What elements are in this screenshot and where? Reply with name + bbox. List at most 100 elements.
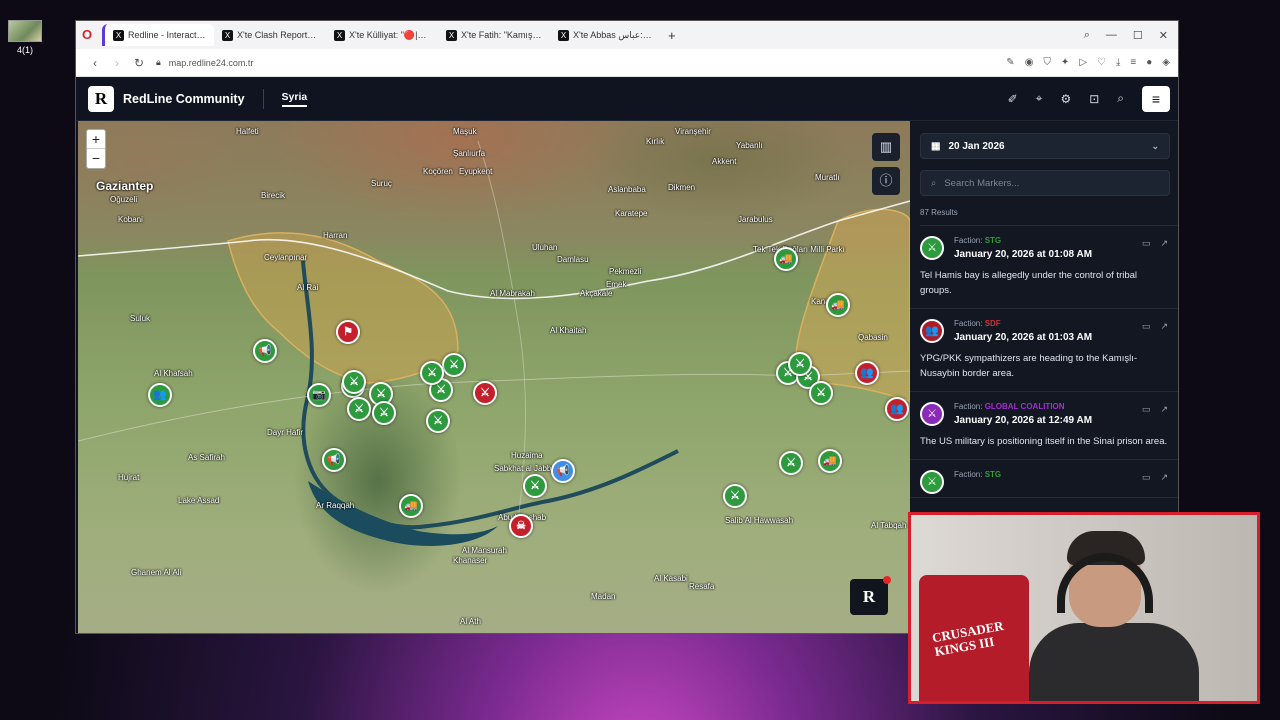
map-marker[interactable]: ⚔ <box>779 451 803 475</box>
tab-title: Redline - Interactive Strategic <box>128 30 206 40</box>
faction-avatar-icon: ⚔ <box>920 402 944 426</box>
map-marker[interactable]: 🚚 <box>399 494 423 518</box>
play-icon[interactable]: ▷ <box>1079 57 1087 68</box>
map-marker[interactable]: ⚔ <box>788 352 812 376</box>
maximize-button[interactable]: ☐ <box>1133 29 1143 42</box>
zoom-out-button[interactable]: − <box>87 149 105 168</box>
notification-dot <box>883 576 891 584</box>
x-favicon-icon: X <box>222 29 233 41</box>
map-marker[interactable]: 📢 <box>253 339 277 363</box>
pin-icon[interactable]: ⌖ <box>1036 91 1043 106</box>
map-marker[interactable]: ⚔ <box>347 397 371 421</box>
browser-tab[interactable]: X X'te Fatih: "Kamışlı'da topl <box>438 24 550 46</box>
extension-icon[interactable]: ✦ <box>1061 57 1069 68</box>
back-button[interactable]: ‹ <box>84 56 106 70</box>
place-label: Al Khaitah <box>550 326 587 335</box>
forward-button[interactable]: › <box>106 56 128 70</box>
place-label: Al Kasabi <box>654 574 688 583</box>
map-marker[interactable]: ⚔ <box>426 409 450 433</box>
search-tabs-icon[interactable]: ⌕ <box>1084 29 1090 42</box>
info-icon[interactable]: ⓘ <box>872 167 900 195</box>
place-label: Ceylanpınar <box>264 253 308 262</box>
address-bar-tools: ✎ ◉ ⛉ ✦ ▷ ♡ ⤓ ≡ ● ◈ <box>1006 57 1170 68</box>
gear-icon[interactable]: ⚙ <box>1060 92 1071 106</box>
map-marker[interactable]: 🚚 <box>826 293 850 317</box>
tab-syria[interactable]: Syria <box>281 91 308 107</box>
map-marker[interactable]: ⚔ <box>723 484 747 508</box>
external-link-icon[interactable]: ↗ <box>1160 321 1168 332</box>
map-marker[interactable]: ⚔ <box>809 381 833 405</box>
opera-logo-icon[interactable]: O <box>82 28 96 42</box>
search-markers-input[interactable] <box>944 177 1145 189</box>
map-marker[interactable]: ⚔ <box>442 353 466 377</box>
map-marker[interactable]: 👥 <box>148 383 172 407</box>
file-thumbnail <box>8 20 42 42</box>
video-icon[interactable]: ▭ <box>1142 321 1151 332</box>
shield-icon[interactable]: ⛉ <box>1043 57 1051 68</box>
map-marker[interactable]: 🚚 <box>818 449 842 473</box>
browser-tab[interactable]: X X'te Külliyat: "🔴|#SONDA <box>326 24 438 46</box>
browser-tab[interactable]: X X'te Abbas عباس: "SDF's w <box>550 24 662 46</box>
map-marker[interactable]: ⚑ <box>336 320 360 344</box>
zoom-in-button[interactable]: + <box>87 130 105 149</box>
marker-card[interactable]: ⚔ Faction: STG January 20, 2026 at 01:08 A… <box>910 226 1178 309</box>
map-marker[interactable]: 📢 <box>551 459 575 483</box>
external-link-icon[interactable]: ↗ <box>1160 238 1168 249</box>
faction-name: GLOBAL COALITION <box>984 402 1065 411</box>
date-select[interactable]: ▦ 20 Jan 2026 ⌄ <box>920 133 1170 159</box>
camera-icon[interactable]: ⊡ <box>1089 92 1099 106</box>
marker-card[interactable]: ⚔ Faction: GLOBAL COALITION January 20, 20… <box>910 392 1178 460</box>
redline-fab-button[interactable]: R <box>850 576 891 615</box>
x-favicon-icon: X <box>558 29 569 41</box>
snapshot-icon[interactable]: ◉ <box>1025 57 1034 68</box>
video-icon[interactable]: ▭ <box>1142 238 1151 249</box>
map-marker[interactable]: ⚔ <box>342 370 366 394</box>
place-label: Salib Al Hawwasah <box>725 516 794 525</box>
place-label: Gaziantep <box>96 179 154 193</box>
search-icon[interactable]: ⌕ <box>1117 91 1124 106</box>
place-label: Şanlıurfa <box>453 149 486 158</box>
url-field[interactable]: map.redline24.com.tr <box>169 58 254 68</box>
video-icon[interactable]: ▭ <box>1142 404 1151 415</box>
map-marker[interactable]: ☠ <box>509 514 533 538</box>
reload-button[interactable]: ↻ <box>128 56 150 70</box>
new-tab-button[interactable]: + <box>662 28 682 43</box>
map-marker[interactable]: 📢 <box>322 448 346 472</box>
close-button[interactable]: ✕ <box>1159 29 1168 42</box>
map-canvas[interactable]: + − ▥ ⓘ Halfeti Maşuk Şanlıurfa Viranşehir G… <box>78 121 910 633</box>
place-label: Oğuzeli <box>110 195 138 204</box>
map-marker[interactable]: 👥 <box>885 397 909 421</box>
hamburger-menu-button[interactable]: ≡ <box>1142 85 1170 112</box>
heart-icon[interactable]: ♡ <box>1097 57 1106 68</box>
browser-tab[interactable]: X Redline - Interactive Strategic <box>102 24 214 46</box>
map-marker[interactable]: ⚔ <box>420 361 444 385</box>
brand-name: RedLine Community <box>123 91 245 106</box>
menu-icon[interactable]: ≡ <box>1130 57 1136 68</box>
map-marker[interactable]: ⚔ <box>473 381 497 405</box>
map-marker[interactable]: ⚔ <box>523 474 547 498</box>
edit-icon[interactable]: ✎ <box>1006 57 1014 68</box>
marker-card[interactable]: 👥 Faction: SDF January 20, 2026 at 01:03 A… <box>910 309 1178 392</box>
video-icon[interactable]: ▭ <box>1142 472 1151 483</box>
header-tools: ✐ ⌖ ⚙ ⊡ ⌕ ≡ <box>1008 85 1178 112</box>
place-label: Ar Raqqah <box>316 501 355 510</box>
cube-icon[interactable]: ◈ <box>1162 57 1170 68</box>
map-marker[interactable]: ⚔ <box>372 401 396 425</box>
download-icon[interactable]: ⤓ <box>1116 57 1120 68</box>
profile-icon[interactable]: ● <box>1146 57 1152 68</box>
external-link-icon[interactable]: ↗ <box>1160 472 1168 483</box>
minimize-button[interactable]: — <box>1106 29 1117 42</box>
faction-avatar-icon: ⚔ <box>920 236 944 260</box>
place-label: Resafa <box>689 582 715 591</box>
map-marker[interactable]: 📷 <box>307 383 331 407</box>
marker-card[interactable]: ⚔ Faction: STG ▭ ↗ <box>910 460 1178 498</box>
route-icon[interactable]: ✐ <box>1008 92 1018 106</box>
desktop-file-icon[interactable]: 4(1) <box>8 20 42 55</box>
place-label: Akçakale <box>580 289 613 298</box>
browser-tab[interactable]: X X'te Clash Report: "The Sy <box>214 24 326 46</box>
redline-logo[interactable]: R <box>88 85 114 112</box>
layers-map-icon[interactable]: ▥ <box>872 133 900 161</box>
external-link-icon[interactable]: ↗ <box>1160 404 1168 415</box>
map-marker[interactable]: 👥 <box>855 361 879 385</box>
map-marker[interactable]: 🚚 <box>774 247 798 271</box>
